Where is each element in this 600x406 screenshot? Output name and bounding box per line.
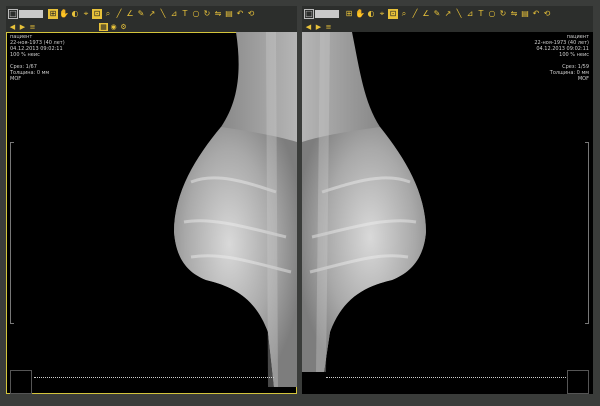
flip-icon[interactable]: ⇋ xyxy=(509,9,519,19)
undo-icon[interactable]: ↶ xyxy=(235,9,245,19)
viewer-panel-right[interactable]: □ ⊞ ✋ ◐ ⌖ ⊡ ⌕ ╱ ∠ ✎ ↗ ╲ ⊿ T ○ ↻ ⇋ ▤ ↶ ⟲ … xyxy=(302,6,593,394)
scale-bracket xyxy=(585,142,589,324)
toolbar-right: □ ⊞ ✋ ◐ ⌖ ⊡ ⌕ ╱ ∠ ✎ ↗ ╲ ⊿ T ○ ↻ ⇋ ▤ ↶ ⟲ xyxy=(302,6,593,22)
next-arrow-icon[interactable]: ▶ xyxy=(314,23,323,31)
magnifier-icon[interactable]: ⌕ xyxy=(103,9,113,19)
viewer-panel-left[interactable]: □ ⊞ ✋ ◐ ⌖ ⊡ ⌕ ╱ ∠ ✎ ↗ ╲ ⊿ T ○ ↻ ⇋ ▤ ↶ ⟲ … xyxy=(6,6,297,394)
ruler-icon[interactable]: ╱ xyxy=(114,9,124,19)
mammogram-right-image xyxy=(302,32,426,372)
measure-icon[interactable]: ⊿ xyxy=(465,9,475,19)
stack-icon[interactable]: ≡ xyxy=(28,23,37,31)
measure-icon[interactable]: ⊿ xyxy=(169,9,179,19)
fit-icon[interactable]: ⊡ xyxy=(92,9,102,19)
pen-icon[interactable]: ✎ xyxy=(136,9,146,19)
cine-icon[interactable]: ◉ xyxy=(109,23,118,31)
line-icon[interactable]: ╲ xyxy=(158,9,168,19)
layout-icon[interactable]: □ xyxy=(8,9,18,19)
layout-icon[interactable]: □ xyxy=(304,9,314,19)
info-line: MOF xyxy=(577,76,589,82)
reset-icon[interactable]: ⟲ xyxy=(542,9,552,19)
toolbar-left: □ ⊞ ✋ ◐ ⌖ ⊡ ⌕ ╱ ∠ ✎ ↗ ╲ ⊿ T ○ ↻ ⇋ ▤ ↶ ⟲ xyxy=(6,6,297,22)
scale-bracket xyxy=(10,142,14,324)
arrow-icon[interactable]: ↗ xyxy=(443,9,453,19)
roi-icon[interactable]: ○ xyxy=(487,9,497,19)
mammogram-left-image xyxy=(174,32,297,387)
hand-icon[interactable]: ✋ xyxy=(355,9,365,19)
select-icon[interactable]: ⌖ xyxy=(81,9,91,19)
next-arrow-icon[interactable]: ▶ xyxy=(18,23,27,31)
fit-icon[interactable]: ⊡ xyxy=(388,9,398,19)
roi-icon[interactable]: ○ xyxy=(191,9,201,19)
reset-icon[interactable]: ⟲ xyxy=(246,9,256,19)
corner-box xyxy=(10,370,32,394)
flip-icon[interactable]: ⇋ xyxy=(213,9,223,19)
zoom-icon[interactable]: ⊞ xyxy=(344,9,354,19)
patient-info-right: пациент 22-ноя-1973 (40 лет) 04.12.2013 … xyxy=(534,34,589,82)
zoom-icon[interactable]: ⊞ xyxy=(48,9,58,19)
angle-icon[interactable]: ∠ xyxy=(421,9,431,19)
patient-info-left: пациент 22-ноя-1973 (40 лет) 04.12.2013 … xyxy=(10,34,65,82)
rotate-icon[interactable]: ↻ xyxy=(202,9,212,19)
scale-ruler xyxy=(326,377,566,382)
histogram-icon[interactable]: ▤ xyxy=(520,9,530,19)
prev-arrow-icon[interactable]: ◀ xyxy=(304,23,313,31)
toolbar2-right: ◀ ▶ ≡ xyxy=(302,22,593,32)
image-viewport-right[interactable]: пациент 22-ноя-1973 (40 лет) 04.12.2013 … xyxy=(302,32,593,394)
text-icon[interactable]: T xyxy=(180,9,190,19)
pen-icon[interactable]: ✎ xyxy=(432,9,442,19)
undo-icon[interactable]: ↶ xyxy=(531,9,541,19)
prev-arrow-icon[interactable]: ◀ xyxy=(8,23,17,31)
line-icon[interactable]: ╲ xyxy=(454,9,464,19)
settings-icon[interactable]: ⚙ xyxy=(119,23,128,31)
toolbar2-left: ◀ ▶ ≡ ▦ ◉ ⚙ xyxy=(6,22,297,32)
rotate-icon[interactable]: ↻ xyxy=(498,9,508,19)
magnifier-icon[interactable]: ⌕ xyxy=(399,9,409,19)
info-line: MOF xyxy=(10,76,22,82)
window-level-icon[interactable]: ◐ xyxy=(366,9,376,19)
histogram-icon[interactable]: ▤ xyxy=(224,9,234,19)
ruler-icon[interactable]: ╱ xyxy=(410,9,420,19)
angle-icon[interactable]: ∠ xyxy=(125,9,135,19)
stack-icon[interactable]: ≡ xyxy=(324,23,333,31)
grid-icon[interactable]: ▦ xyxy=(99,23,108,31)
series-selector[interactable] xyxy=(315,10,339,18)
arrow-icon[interactable]: ↗ xyxy=(147,9,157,19)
corner-box xyxy=(567,370,589,394)
scale-ruler xyxy=(34,377,274,382)
text-icon[interactable]: T xyxy=(476,9,486,19)
series-selector[interactable] xyxy=(19,10,43,18)
hand-icon[interactable]: ✋ xyxy=(59,9,69,19)
image-viewport-left[interactable]: пациент 22-ноя-1973 (40 лет) 04.12.2013 … xyxy=(6,32,297,394)
select-icon[interactable]: ⌖ xyxy=(377,9,387,19)
window-level-icon[interactable]: ◐ xyxy=(70,9,80,19)
